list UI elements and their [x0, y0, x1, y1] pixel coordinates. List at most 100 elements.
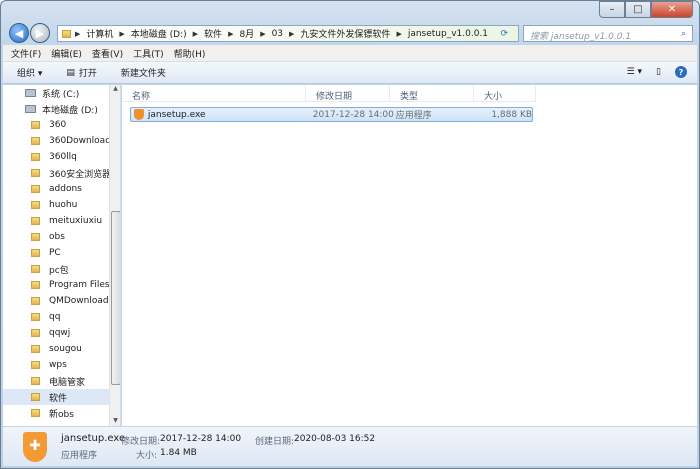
drive-icon: [25, 105, 36, 113]
folder-icon: [31, 169, 40, 177]
nav-folder[interactable]: QMDownload: [3, 293, 120, 309]
folder-icon: [31, 249, 40, 257]
forward-button[interactable]: ▶: [30, 23, 50, 43]
breadcrumb-item[interactable]: 计算机: [86, 27, 113, 40]
view-options-icon[interactable]: ☰ ▾: [627, 67, 642, 77]
nav-folder-label: 360: [49, 120, 67, 130]
nav-folder-label: 软件: [49, 393, 68, 404]
nav-folder-label: 360安全浏览器: [49, 169, 112, 180]
nav-folder[interactable]: qq: [3, 309, 120, 325]
nav-drive-d[interactable]: 本地磁盘 (D:): [3, 101, 120, 117]
column-name[interactable]: 名称: [122, 85, 306, 102]
nav-folder-label: wps: [49, 360, 67, 370]
organize-button[interactable]: 组织 ▾: [17, 66, 42, 79]
file-type: 应用程序: [395, 111, 432, 121]
folder-icon: [31, 185, 40, 193]
minimize-button[interactable]: –: [599, 1, 625, 18]
details-size-label: 大小:: [136, 451, 158, 461]
breadcrumb-item[interactable]: 8月: [239, 27, 254, 40]
menu-edit[interactable]: 编辑(E): [51, 47, 82, 60]
nav-folder-label: PC: [49, 248, 61, 258]
folder-icon: [31, 137, 40, 145]
details-created-label: 创建日期:: [255, 437, 295, 447]
nav-folder[interactable]: meituxiuxiu: [3, 213, 120, 229]
nav-drive-c[interactable]: 系统 (C:): [3, 85, 120, 101]
close-button[interactable]: ✕: [651, 1, 693, 18]
nav-folder-label: sougou: [49, 344, 82, 354]
breadcrumb-item[interactable]: 03: [272, 29, 283, 39]
details-pane: ✚ jansetup.exe 修改日期: 2017-12-28 14:00 创建…: [3, 426, 697, 466]
column-modified[interactable]: 修改日期: [306, 85, 390, 102]
nav-folder-label: obs: [49, 232, 65, 242]
nav-folder-label: Program Files: [49, 280, 110, 290]
folder-icon: [31, 345, 40, 353]
help-icon[interactable]: ?: [675, 66, 687, 78]
new-folder-button[interactable]: 新建文件夹: [121, 66, 166, 79]
address-bar[interactable]: ▶ 计算机 ▶ 本地磁盘 (D:) ▶ 软件 ▶ 8月 ▶ 03 ▶ 九安文件外发保镖软件 …: [57, 25, 519, 42]
nav-folder[interactable]: wps: [3, 357, 120, 373]
folder-icon: [31, 297, 40, 305]
breadcrumb-item[interactable]: 本地磁盘 (D:): [131, 27, 187, 40]
column-type[interactable]: 类型: [390, 85, 474, 102]
toolbar: 组织 ▾ ▤ 打开 新建文件夹 ☰ ▾ ▯ ?: [3, 62, 697, 84]
nav-folder[interactable]: Program Files: [3, 277, 120, 293]
folder-icon: [31, 377, 40, 385]
folder-icon: [31, 217, 40, 225]
back-button[interactable]: ◀: [9, 23, 29, 43]
details-modified-label: 修改日期:: [121, 437, 161, 447]
file-row[interactable]: jansetup.exe 2017-12-28 14:00 应用程序 1,888…: [130, 107, 533, 122]
nav-folder[interactable]: obs: [3, 229, 120, 245]
menu-file[interactable]: 文件(F): [11, 47, 41, 60]
folder-icon: [31, 329, 40, 337]
nav-folder-label: meituxiuxiu: [49, 216, 103, 226]
file-list: 名称 修改日期 类型 大小 jansetup.exe 2017-12-28 14…: [122, 85, 697, 426]
nav-folder-label: qq: [49, 312, 61, 322]
scrollbar-thumb[interactable]: [111, 211, 120, 385]
nav-folder[interactable]: qqwj: [3, 325, 120, 341]
folder-icon: [31, 393, 40, 401]
nav-folder[interactable]: 软件: [3, 389, 120, 405]
folder-icon: [31, 409, 40, 417]
menu-tools[interactable]: 工具(T): [133, 47, 164, 60]
menu-view[interactable]: 查看(V): [92, 47, 123, 60]
folder-icon: [31, 121, 40, 129]
folder-icon: [31, 233, 40, 241]
file-name: jansetup.exe: [147, 109, 206, 120]
nav-folder-label: QMDownload: [49, 296, 109, 306]
nav-folder[interactable]: 360安全浏览器: [3, 165, 120, 181]
nav-folder[interactable]: PC: [3, 245, 120, 261]
nav-scrollbar[interactable]: ▲ ▼: [109, 85, 120, 426]
explorer-window: – □ ✕ ◀ ▶ ▶ 计算机 ▶ 本地磁盘 (D:) ▶ 软件 ▶ 8月 ▶ 03 ▶ 九…: [0, 0, 700, 469]
details-type: 应用程序: [61, 451, 98, 461]
breadcrumb-item[interactable]: jansetup_v1.0.0.1: [408, 29, 488, 39]
search-icon: ⌕: [680, 29, 686, 39]
menu-help[interactable]: 帮助(H): [174, 47, 206, 60]
nav-folder-label: pc包: [49, 265, 69, 276]
folder-icon: [31, 265, 40, 273]
preview-pane-icon[interactable]: ▯: [656, 67, 661, 77]
column-size[interactable]: 大小: [474, 85, 536, 102]
navigation-pane: 系统 (C:) 本地磁盘 (D:) 360 360Downloads 360llq 3…: [3, 85, 121, 426]
nav-folder[interactable]: pc包: [3, 261, 120, 277]
nav-folder[interactable]: 360: [3, 117, 120, 133]
breadcrumb-item[interactable]: 九安文件外发保镖软件: [300, 27, 390, 40]
nav-folder[interactable]: sougou: [3, 341, 120, 357]
search-input[interactable]: 搜索 jansetup_v1.0.0.1 ⌕: [523, 25, 693, 42]
breadcrumb-item[interactable]: 软件: [204, 27, 222, 40]
maximize-button[interactable]: □: [625, 1, 651, 18]
folder-icon: [31, 313, 40, 321]
folder-icon: [31, 281, 40, 289]
open-button[interactable]: ▤ 打开: [66, 66, 97, 80]
refresh-icon[interactable]: ⟳: [500, 29, 508, 39]
nav-folder[interactable]: 电脑管家: [3, 373, 120, 389]
nav-folder-label: qqwj: [49, 328, 71, 338]
nav-folder[interactable]: 360llq: [3, 149, 120, 165]
nav-folder-label: huohu: [49, 200, 78, 210]
nav-folder[interactable]: huohu: [3, 197, 120, 213]
nav-folder[interactable]: addons: [3, 181, 120, 197]
details-size: 1.84 MB: [160, 448, 197, 458]
nav-folder[interactable]: 新obs: [3, 405, 120, 421]
nav-folder[interactable]: 360Downloads: [3, 133, 120, 149]
app-shield-icon: ✚: [23, 432, 47, 462]
drive-icon: [25, 89, 36, 97]
